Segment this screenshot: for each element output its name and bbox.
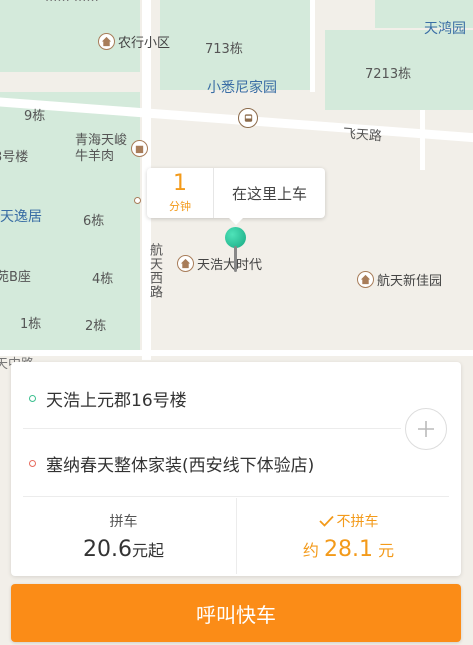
pickup-here-label: 在这里上车 bbox=[231, 184, 307, 203]
road-minor bbox=[420, 110, 425, 170]
shop-icon bbox=[131, 140, 148, 157]
eta-block: 1 分钟 bbox=[147, 168, 214, 218]
option-no-carpool[interactable]: 不拼车 约 28.1 元 bbox=[236, 496, 461, 576]
map-label: 1栋 bbox=[20, 317, 42, 332]
road-minor bbox=[310, 0, 315, 92]
poi-hangtian-xinjia[interactable]: 航天新佳园 bbox=[357, 270, 442, 289]
origin-dot-icon bbox=[29, 395, 36, 402]
road-minor bbox=[0, 350, 473, 356]
add-stop-button[interactable] bbox=[405, 408, 447, 450]
origin-row[interactable]: 天浩上元郡16号楼 bbox=[29, 386, 187, 411]
map-label: 713栋 bbox=[205, 42, 243, 57]
option-price: 20.6元起 bbox=[83, 537, 164, 562]
eta-unit: 分钟 bbox=[169, 199, 191, 213]
map-label: 6栋 bbox=[83, 214, 105, 229]
destination-dot-icon bbox=[29, 460, 36, 467]
trip-card: 天浩上元郡16号楼 塞纳春天整体家装(西安线下体验店) 拼车 20.6元起 不拼… bbox=[11, 362, 461, 576]
poi-tianhao[interactable]: 天浩大时代 bbox=[177, 254, 262, 273]
map-label: 7213栋 bbox=[365, 67, 412, 82]
map-label: 天鸿园 bbox=[424, 21, 466, 37]
pickup-bubble[interactable]: 1 分钟 在这里上车 bbox=[147, 168, 325, 225]
destination-text: 塞纳春天整体家装(西安线下体验店) bbox=[46, 456, 315, 476]
map-label: 青海天峻牛羊肉 bbox=[75, 133, 128, 164]
option-label: 拼车 bbox=[109, 514, 138, 530]
map-label: 2栋 bbox=[85, 319, 107, 334]
map-label: 苑B座 bbox=[0, 270, 31, 285]
origin-text: 天浩上元郡16号楼 bbox=[46, 391, 187, 411]
map-label: 9栋 bbox=[24, 109, 46, 124]
option-label: 不拼车 bbox=[236, 511, 461, 531]
map-label: 小悉尼家园 bbox=[207, 80, 277, 96]
eta-minutes: 1 bbox=[173, 170, 187, 196]
option-carpool[interactable]: 拼车 20.6元起 bbox=[11, 496, 236, 576]
house-icon bbox=[177, 255, 194, 272]
check-icon bbox=[318, 515, 334, 527]
divider bbox=[23, 428, 401, 429]
pickup-pin-icon[interactable] bbox=[225, 227, 247, 273]
house-icon bbox=[357, 271, 374, 288]
map-label: ...... ...... bbox=[45, 0, 99, 5]
map-label: 航天西路 bbox=[147, 243, 162, 299]
map-label: 4栋 bbox=[92, 272, 114, 287]
house-icon bbox=[98, 33, 115, 50]
destination-row[interactable]: 塞纳春天整体家装(西安线下体验店) bbox=[29, 451, 314, 476]
map-label: 天逸居 bbox=[0, 209, 42, 225]
map-label: 飞天路 bbox=[342, 126, 383, 145]
map-label: 3号楼 bbox=[0, 150, 29, 165]
bus-stop-icon[interactable] bbox=[238, 108, 258, 128]
option-price: 约 28.1 元 bbox=[302, 537, 395, 562]
plus-icon bbox=[418, 421, 434, 437]
poi-nongxing[interactable]: 农行小区 bbox=[98, 32, 170, 51]
call-express-button[interactable]: 呼叫快车 bbox=[11, 584, 461, 642]
map-dot bbox=[134, 197, 141, 204]
